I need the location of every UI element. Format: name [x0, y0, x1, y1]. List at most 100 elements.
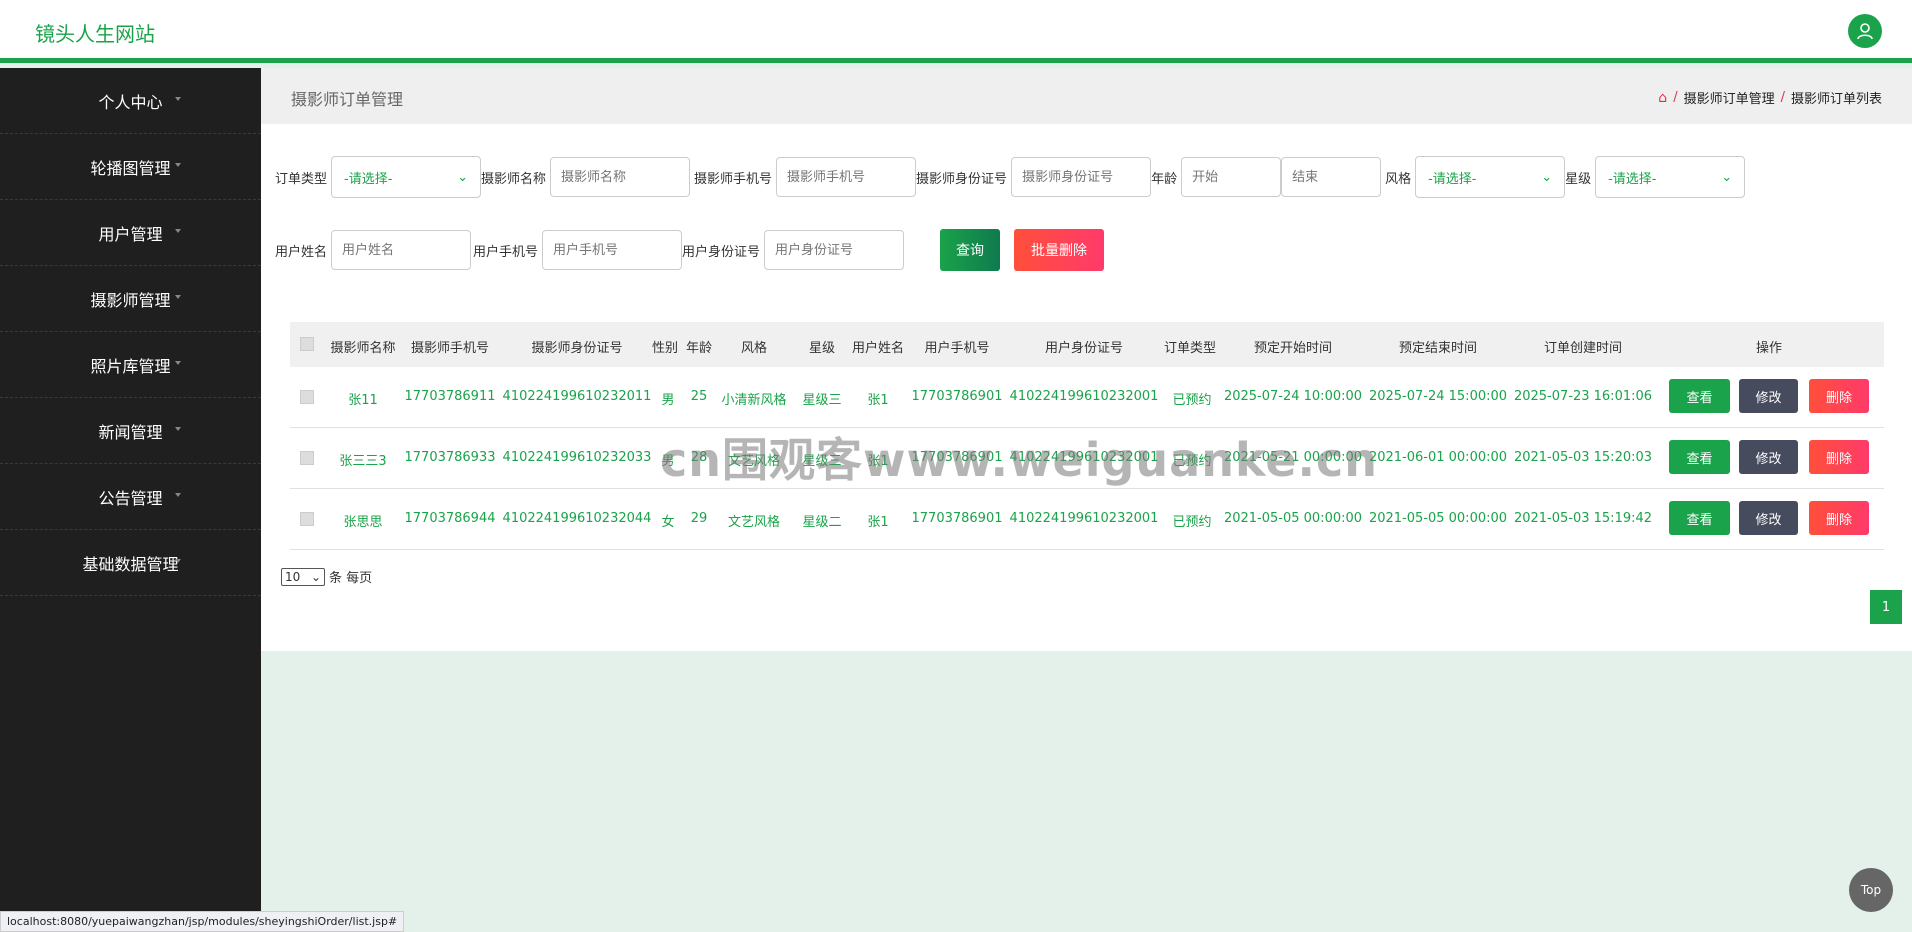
- table-cell: 17703786933: [404, 450, 496, 465]
- sidebar-item-news[interactable]: 新闻管理: [0, 398, 261, 464]
- column-header: 星级: [808, 341, 836, 356]
- table-cell: 张1: [867, 515, 889, 530]
- select-all-checkbox[interactable]: [300, 337, 314, 351]
- watermark: cn围观客www.weiguanke.cn: [660, 433, 1379, 487]
- search-row-1: 订单类型 -请选择- ⌄ 摄影师名称 摄影师手机号 摄影师身份证号 年龄 风格 -…: [275, 156, 1746, 198]
- home-icon[interactable]: ⌂: [1658, 90, 1667, 106]
- sidebar-item-carousel[interactable]: 轮播图管理: [0, 134, 261, 200]
- star-label: 星级: [1565, 171, 1592, 187]
- delete-button[interactable]: 删除: [1809, 501, 1869, 535]
- table-row: 张思思 17703786944 410224199610232044 女 29 …: [290, 489, 1884, 550]
- edit-button[interactable]: 修改: [1739, 379, 1798, 413]
- chevron-down-icon: [175, 229, 181, 233]
- sidebar-item-users[interactable]: 用户管理: [0, 200, 261, 266]
- column-header: 操作: [1755, 341, 1783, 356]
- sidebar-item-photographers[interactable]: 摄影师管理: [0, 266, 261, 332]
- breadcrumb-item: 摄影师订单列表: [1790, 92, 1882, 107]
- page-size-suffix: 条 每页: [329, 571, 373, 586]
- table-cell: 2021-06-01 00:00:00: [1368, 450, 1508, 465]
- edit-button[interactable]: 修改: [1739, 440, 1798, 474]
- column-header: 预定结束时间: [1398, 341, 1478, 356]
- sidebar-item-label: 新闻管理: [98, 422, 163, 442]
- order-type-select[interactable]: -请选择- ⌄: [331, 156, 482, 198]
- user-icon: [1857, 23, 1873, 40]
- table-cell: 410224199610232001: [1009, 389, 1159, 404]
- title-bar: 摄影师订单管理 ⌂ / 摄影师订单管理 / 摄影师订单列表: [261, 68, 1912, 124]
- photographer-phone-label: 摄影师手机号: [694, 171, 773, 187]
- page-title: 摄影师订单管理: [291, 90, 404, 109]
- delete-button[interactable]: 删除: [1809, 440, 1869, 474]
- column-header: 用户姓名: [851, 341, 905, 356]
- view-button[interactable]: 查看: [1669, 440, 1730, 474]
- user-avatar[interactable]: [1848, 14, 1882, 48]
- page-number-button[interactable]: 1: [1870, 590, 1902, 624]
- page-size-select[interactable]: 10 ⌄: [281, 567, 325, 586]
- user-name-label: 用户姓名: [275, 244, 328, 260]
- breadcrumb-separator: /: [1673, 90, 1678, 105]
- table-cell: 2021-05-03 15:19:42: [1513, 511, 1653, 526]
- table-cell: 2025-07-24 10:00:00: [1223, 389, 1363, 404]
- column-header: 性别: [651, 341, 679, 356]
- column-header: 订单类型: [1163, 341, 1217, 356]
- table-row: 张11 17703786911 410224199610232011 男 25 …: [290, 367, 1884, 428]
- browser-status-url: localhost:8080/yuepaiwangzhan/jsp/module…: [0, 911, 405, 932]
- back-to-top-button[interactable]: Top: [1849, 868, 1893, 912]
- table-cell: 2021-05-05 00:00:00: [1223, 511, 1363, 526]
- column-header: 订单创建时间: [1543, 341, 1623, 356]
- column-header: 摄影师身份证号: [531, 341, 623, 356]
- table-cell: 17703786901: [911, 389, 1003, 404]
- sidebar-item-personal-center[interactable]: 个人中心: [0, 68, 261, 134]
- query-button[interactable]: 查询: [940, 229, 1001, 271]
- delete-button[interactable]: 删除: [1809, 379, 1869, 413]
- sidebar-item-label: 基础数据管理: [82, 554, 179, 574]
- sidebar-item-photo-library[interactable]: 照片库管理: [0, 332, 261, 398]
- table-cell: 2025-07-23 16:01:06: [1513, 389, 1653, 404]
- user-id-input[interactable]: [764, 230, 905, 270]
- sidebar-item-label: 公告管理: [98, 488, 163, 508]
- photographer-phone-input[interactable]: [776, 157, 917, 197]
- photographer-id-input[interactable]: [1011, 157, 1152, 197]
- table-cell: 张1: [867, 393, 889, 408]
- chevron-down-icon: [175, 427, 181, 431]
- table-cell: 2021-05-03 15:20:03: [1513, 450, 1653, 465]
- table-cell: 17703786911: [404, 389, 496, 404]
- photographer-name-input[interactable]: [550, 157, 691, 197]
- table-header: 摄影师名称 摄影师手机号 摄影师身份证号 性别 年龄 风格 星级 用户姓名 用户…: [290, 322, 1884, 367]
- chevron-down-icon: [175, 163, 181, 167]
- site-brand[interactable]: 镜头人生网站: [35, 18, 155, 47]
- user-phone-label: 用户手机号: [473, 244, 539, 260]
- row-checkbox[interactable]: [300, 390, 314, 404]
- sidebar-item-announcements[interactable]: 公告管理: [0, 464, 261, 530]
- chevron-down-icon: [175, 493, 181, 497]
- breadcrumb: ⌂ / 摄影师订单管理 / 摄影师订单列表: [1658, 88, 1882, 108]
- breadcrumb-item[interactable]: 摄影师订单管理: [1684, 88, 1775, 107]
- table-cell: 文艺风格: [727, 515, 781, 530]
- sidebar-item-label: 摄影师管理: [90, 290, 171, 310]
- user-phone-input[interactable]: [542, 230, 683, 270]
- table-cell: 17703786901: [911, 511, 1003, 526]
- style-select[interactable]: -请选择- ⌄: [1415, 156, 1566, 198]
- sidebar-item-base-data[interactable]: 基础数据管理: [0, 530, 261, 596]
- column-header: 年龄: [685, 341, 713, 356]
- row-checkbox[interactable]: [300, 451, 314, 465]
- user-name-input[interactable]: [331, 230, 472, 270]
- column-header: 风格: [740, 341, 768, 356]
- star-select[interactable]: -请选择- ⌄: [1595, 156, 1746, 198]
- batch-delete-button[interactable]: 批量删除: [1014, 229, 1105, 271]
- table-cell: 已预约: [1172, 515, 1212, 530]
- table-cell: 星级二: [802, 515, 842, 530]
- column-header: 摄影师名称: [330, 341, 396, 356]
- view-button[interactable]: 查看: [1669, 379, 1730, 413]
- row-checkbox[interactable]: [300, 512, 314, 526]
- page-size-value: 10: [285, 569, 301, 584]
- chevron-down-icon: ⌄: [310, 569, 321, 584]
- breadcrumb-separator: /: [1780, 90, 1785, 105]
- view-button[interactable]: 查看: [1669, 501, 1730, 535]
- sidebar-item-label: 轮播图管理: [90, 158, 171, 178]
- age-end-input[interactable]: [1281, 157, 1382, 197]
- age-start-input[interactable]: [1181, 157, 1282, 197]
- page-size-control: 10 ⌄ 条 每页: [281, 567, 372, 586]
- table-cell: 410224199610232044: [502, 511, 652, 526]
- photographer-id-label: 摄影师身份证号: [916, 171, 1008, 187]
- edit-button[interactable]: 修改: [1739, 501, 1798, 535]
